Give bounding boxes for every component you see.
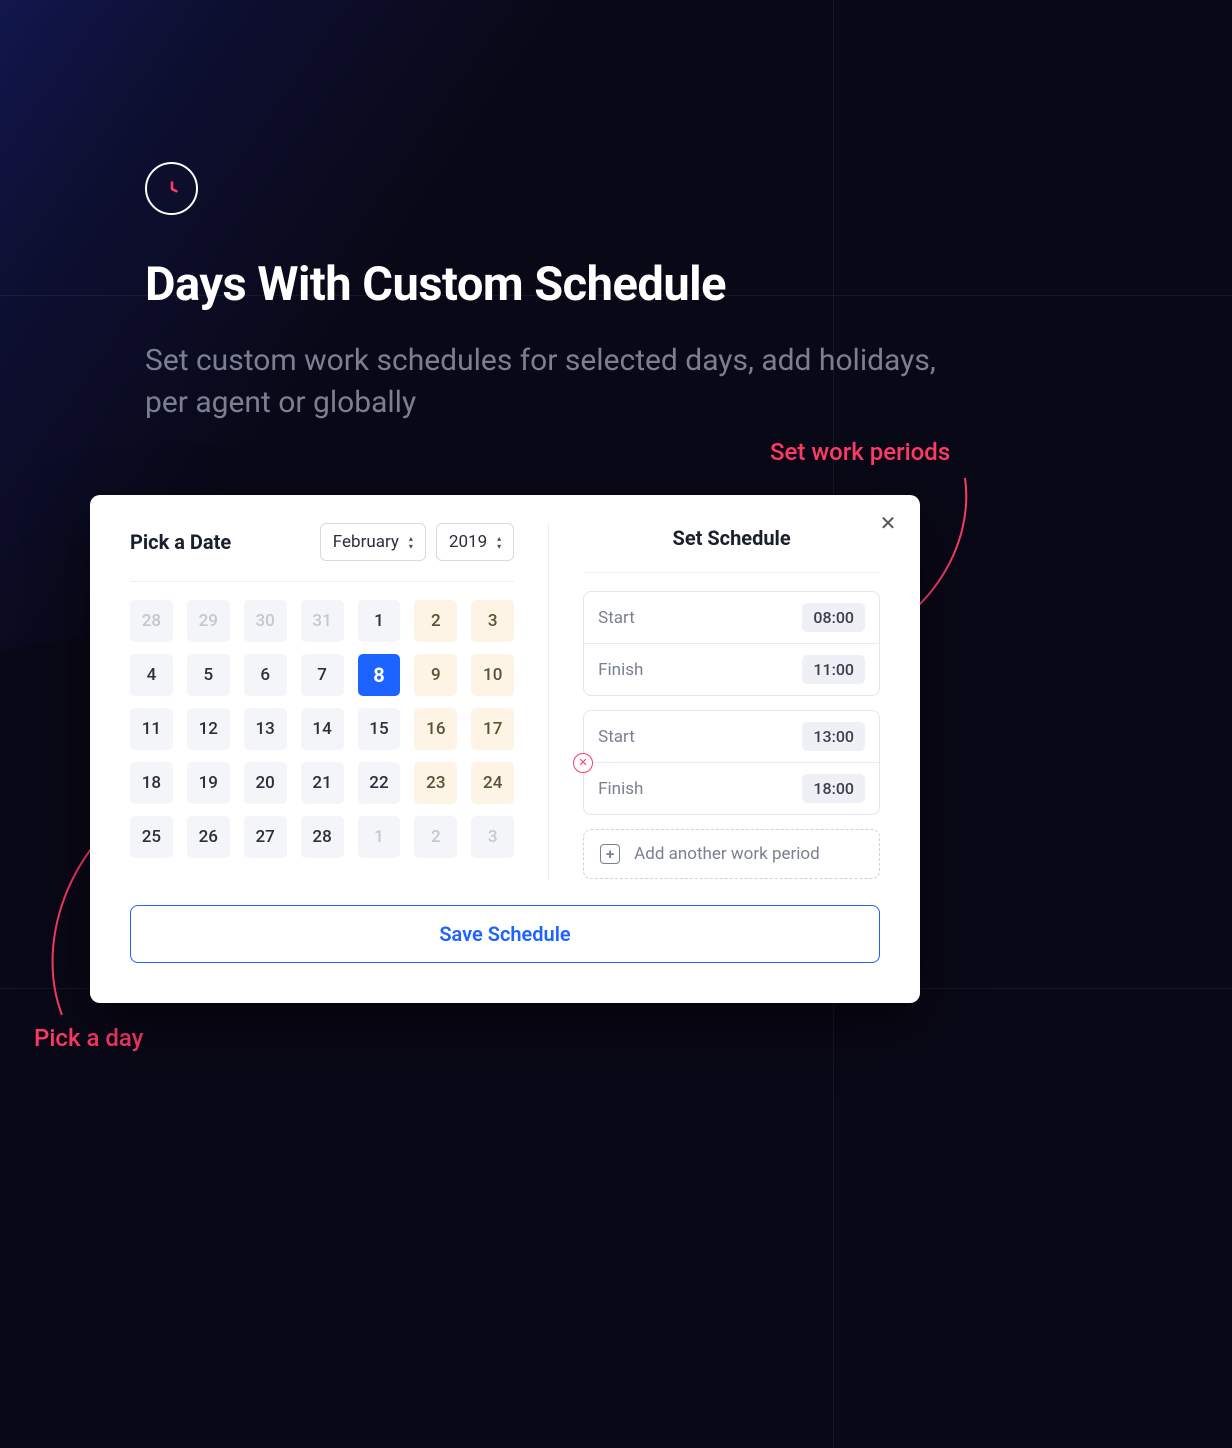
calendar-day[interactable]: 24: [471, 762, 514, 804]
calendar-day[interactable]: 1: [358, 816, 401, 858]
add-period-label: Add another work period: [634, 844, 820, 864]
calendar-day[interactable]: 28: [130, 600, 173, 642]
calendar-day[interactable]: 30: [244, 600, 287, 642]
clock-icon: [145, 162, 198, 215]
calendar-day[interactable]: 11: [130, 708, 173, 750]
plus-icon: +: [600, 844, 620, 864]
calendar-day[interactable]: 13: [244, 708, 287, 750]
calendar-day[interactable]: 23: [414, 762, 457, 804]
add-period-button[interactable]: + Add another work period: [583, 829, 880, 879]
work-period: ✕ Start 13:00 Finish 18:00: [583, 710, 880, 815]
annotation-set-work-periods: Set work periods: [770, 438, 950, 466]
calendar-day[interactable]: 2: [414, 600, 457, 642]
month-select[interactable]: February ▴▾: [320, 523, 426, 561]
calendar-day[interactable]: 2: [414, 816, 457, 858]
calendar-day[interactable]: 27: [244, 816, 287, 858]
finish-time-input[interactable]: 11:00: [802, 655, 865, 684]
calendar-day[interactable]: 31: [301, 600, 344, 642]
start-time-input[interactable]: 13:00: [802, 722, 865, 751]
calendar-day[interactable]: 10: [471, 654, 514, 696]
page-subtitle: Set custom work schedules for selected d…: [145, 340, 965, 424]
work-period: Start 08:00 Finish 11:00: [583, 591, 880, 696]
year-select[interactable]: 2019 ▴▾: [436, 523, 514, 561]
calendar-day[interactable]: 18: [130, 762, 173, 804]
calendar-day[interactable]: 20: [244, 762, 287, 804]
calendar-day[interactable]: 7: [301, 654, 344, 696]
annotation-pick-a-day: Pick a day: [34, 1024, 143, 1052]
calendar-day[interactable]: 26: [187, 816, 230, 858]
save-schedule-button[interactable]: Save Schedule: [130, 905, 880, 963]
set-schedule-title: Set Schedule: [673, 526, 791, 550]
calendar-day[interactable]: 19: [187, 762, 230, 804]
close-button[interactable]: ✕: [874, 509, 902, 537]
pick-date-title: Pick a Date: [130, 530, 231, 554]
calendar-day[interactable]: 6: [244, 654, 287, 696]
finish-label: Finish: [598, 779, 643, 799]
month-select-value: February: [333, 532, 399, 552]
close-icon: ✕: [579, 756, 588, 769]
calendar-day[interactable]: 12: [187, 708, 230, 750]
chevron-updown-icon: ▴▾: [409, 535, 413, 550]
close-icon: ✕: [880, 511, 897, 535]
calendar-day[interactable]: 3: [471, 600, 514, 642]
calendar-day[interactable]: 29: [187, 600, 230, 642]
calendar-day[interactable]: 3: [471, 816, 514, 858]
finish-time-input[interactable]: 18:00: [802, 774, 865, 803]
start-label: Start: [598, 727, 635, 747]
calendar-day[interactable]: 25: [130, 816, 173, 858]
calendar-grid: 2829303112345678910111213141516171819202…: [130, 600, 514, 858]
calendar-day[interactable]: 9: [414, 654, 457, 696]
calendar-day[interactable]: 5: [187, 654, 230, 696]
calendar-day[interactable]: 14: [301, 708, 344, 750]
start-label: Start: [598, 608, 635, 628]
calendar-day[interactable]: 21: [301, 762, 344, 804]
calendar-day[interactable]: 4: [130, 654, 173, 696]
calendar-day[interactable]: 15: [358, 708, 401, 750]
schedule-modal: ✕ Pick a Date February ▴▾ 2019 ▴▾ 282930…: [90, 495, 920, 1003]
calendar-day[interactable]: 1: [358, 600, 401, 642]
calendar-day[interactable]: 17: [471, 708, 514, 750]
remove-period-button[interactable]: ✕: [573, 753, 593, 773]
page-title: Days With Custom Schedule: [145, 257, 1112, 312]
calendar-day[interactable]: 22: [358, 762, 401, 804]
year-select-value: 2019: [449, 532, 487, 552]
finish-label: Finish: [598, 660, 643, 680]
calendar-day[interactable]: 28: [301, 816, 344, 858]
start-time-input[interactable]: 08:00: [802, 603, 865, 632]
calendar-day[interactable]: 16: [414, 708, 457, 750]
chevron-updown-icon: ▴▾: [497, 535, 501, 550]
calendar-day[interactable]: 8: [358, 654, 401, 696]
